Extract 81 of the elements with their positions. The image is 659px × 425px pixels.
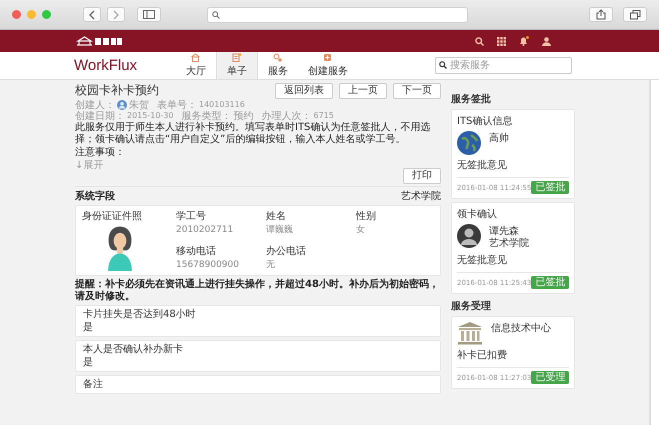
status-badge: 已签批 [531, 181, 570, 194]
field-label: 办公电话 [266, 245, 307, 258]
field-value: 15678900900 [176, 259, 240, 271]
section-title: 服务受理 [451, 300, 492, 313]
address-field[interactable] [207, 6, 468, 22]
close-window-icon[interactable] [12, 10, 21, 19]
notification-bell-icon[interactable] [519, 36, 529, 46]
section-title: 服务签批 [451, 92, 492, 106]
answer-value: 是 [83, 321, 94, 334]
meta-label: 服务类型： [182, 110, 232, 122]
nav-tab[interactable]: 大厅 [176, 52, 216, 79]
approver-name: 高帅 [489, 133, 509, 145]
brand-title: WorkFlux [74, 57, 138, 74]
field-value: 2010202711 [176, 224, 234, 237]
approval-comment: 无签批意见 [457, 254, 508, 267]
service-icon [273, 53, 283, 62]
chevron-right-icon [112, 10, 120, 20]
status-badge: 已受理 [531, 371, 570, 384]
meta-label: 创建人： [75, 98, 115, 110]
field-value: 无 [266, 259, 276, 271]
sidebar-icon [143, 10, 155, 19]
hall-icon [191, 53, 201, 62]
nav-button[interactable]: 下一页 [393, 82, 441, 98]
description-text: 注意事项： [75, 147, 126, 159]
photo-label: 身份证证件照 [82, 210, 143, 223]
question-label: 本人是否确认补办新卡 [83, 343, 184, 356]
field-label: 性别 [356, 210, 377, 223]
nav-button[interactable]: 返回列表 [275, 82, 333, 98]
nav-tab[interactable]: 服务 [258, 52, 298, 79]
apps-grid-icon[interactable] [497, 36, 506, 46]
description-text: 此服务仅用于师生本人进行补卡预约。填写表单时ITS确认为任意签批人，不用选择；领卡确认请点击“用户自定义”后的编辑按钮，输入本人姓名或学工号。 [75, 122, 432, 146]
approver-name: 艺术学院 [489, 238, 529, 250]
share-icon [596, 9, 606, 20]
meta-value: 6715 [314, 111, 334, 120]
approver-name: 信息技术中心 [491, 323, 551, 335]
approval-comment: 无签批意见 [457, 158, 508, 172]
search-field[interactable]: 搜索服务 [435, 57, 572, 74]
field-label: 移动电话 [176, 245, 217, 258]
approval-comment: 补卡已扣费 [457, 348, 508, 362]
answer-value: 是 [83, 356, 94, 369]
section-title: 系统字段 [75, 189, 115, 203]
user-icon[interactable] [542, 36, 551, 46]
tabs-button[interactable] [623, 7, 647, 22]
back-button[interactable] [83, 7, 101, 22]
meta-value: 预约 [234, 110, 254, 122]
meta-label: 办理人次： [262, 110, 312, 122]
print-button[interactable]: 打印 [403, 168, 441, 184]
notice-text: 提醒：补卡必须先在资讯通上进行挂失操作，并超过48小时。补办后为初始密码，请及时修改。 [75, 279, 440, 303]
nav-tab[interactable]: 创建服务 [298, 52, 358, 79]
step-title: ITS确认信息 [457, 114, 514, 128]
question-label: 备注 [83, 378, 104, 391]
field-value: 谭巍巍 [266, 224, 294, 237]
globe-avatar-icon [457, 131, 481, 155]
status-badge: 已签批 [531, 276, 570, 289]
field-label: 学工号 [176, 210, 207, 223]
meta-label: 创建日期： [75, 110, 125, 122]
nav-tab[interactable]: 单子 [216, 52, 258, 79]
search-icon [439, 61, 447, 69]
avatar-icon [457, 224, 481, 248]
share-button[interactable] [589, 7, 613, 22]
approver-name: 谭先森 [489, 226, 520, 238]
meta-value: 140103116 [199, 100, 245, 109]
meta-value: 2015-10-30 [127, 111, 174, 120]
search-icon[interactable] [475, 36, 484, 46]
bank-building-icon [457, 321, 483, 345]
sidebar-toggle-button[interactable] [137, 7, 161, 22]
department-label: 艺术学院 [401, 190, 441, 203]
meta-label: 表单号： [157, 98, 197, 111]
question-label: 卡片挂失是否达到48小时 [83, 308, 197, 321]
avatar-icon [117, 100, 127, 110]
step-title: 领卡确认 [457, 208, 498, 221]
chevron-left-icon [88, 10, 96, 20]
search-icon [212, 10, 220, 18]
field-label: 姓名 [266, 210, 287, 223]
field-value: 女 [356, 224, 366, 237]
request-title: 校园卡补卡预约 [75, 82, 160, 99]
nav-button[interactable]: 上一页 [339, 82, 387, 98]
document-icon [232, 53, 242, 62]
logo-drawing [76, 36, 122, 46]
tabs-icon [630, 10, 640, 20]
meta-value: 朱贺 [129, 98, 149, 112]
